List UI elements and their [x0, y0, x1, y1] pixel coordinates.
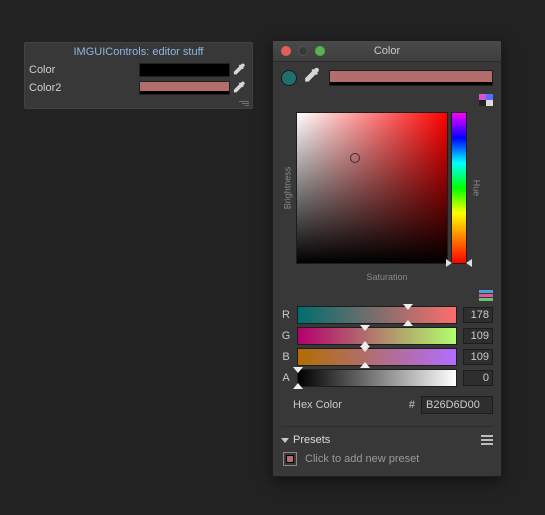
presets-options-icon[interactable] — [481, 435, 493, 445]
window-minimize-button[interactable] — [298, 46, 308, 56]
hex-hash: # — [409, 399, 415, 411]
hex-input[interactable]: B26D6D00 — [421, 396, 493, 414]
hex-label: Hex Color — [281, 399, 342, 411]
hue-axis-label: Hue — [470, 112, 482, 264]
saturation-value-box[interactable] — [296, 112, 448, 264]
color-row-2: Color2 — [25, 79, 252, 97]
color-picker-window: Color Brig — [272, 40, 502, 477]
r-slider[interactable] — [297, 306, 457, 324]
previous-color-swatch[interactable] — [281, 70, 297, 86]
r-value[interactable]: 178 — [463, 307, 493, 323]
titlebar[interactable]: Color — [273, 41, 501, 62]
a-value[interactable]: 0 — [463, 370, 493, 386]
presets-section: Presets Click to add new preset — [273, 422, 501, 476]
presets-header-label[interactable]: Presets — [293, 434, 330, 446]
b-label: B — [281, 351, 291, 363]
panel-title: IMGUIControls: editor stuff — [25, 43, 252, 61]
saturation-axis-label: Saturation — [281, 272, 493, 282]
eyedropper-icon[interactable] — [304, 67, 322, 88]
slider-display-toggle-icon[interactable] — [479, 290, 493, 301]
g-label: G — [281, 330, 291, 342]
window-close-button[interactable] — [281, 46, 291, 56]
sv-marker[interactable] — [350, 153, 360, 163]
a-slider[interactable] — [297, 369, 457, 387]
presets-foldout-icon[interactable] — [281, 438, 289, 443]
color-label-2: Color2 — [29, 82, 139, 94]
current-color-swatch[interactable] — [329, 70, 493, 86]
eyedropper-icon[interactable] — [232, 80, 248, 96]
window-zoom-button[interactable] — [315, 46, 325, 56]
color-swatch-1[interactable] — [139, 63, 230, 77]
g-value[interactable]: 109 — [463, 328, 493, 344]
color-label-1: Color — [29, 64, 139, 76]
g-slider[interactable] — [297, 327, 457, 345]
color-mode-toggle-icon[interactable] — [479, 94, 493, 106]
a-label: A — [281, 372, 291, 384]
eyedropper-icon[interactable] — [232, 62, 248, 78]
hue-slider[interactable] — [451, 112, 467, 264]
color-row-1: Color — [25, 61, 252, 79]
add-preset-hint[interactable]: Click to add new preset — [305, 453, 419, 465]
color-swatch-2[interactable] — [139, 81, 230, 95]
add-preset-swatch[interactable] — [283, 452, 297, 466]
editor-panel: IMGUIControls: editor stuff Color Color2 — [24, 42, 253, 109]
brightness-axis-label: Brightness — [281, 112, 293, 264]
r-label: R — [281, 309, 291, 321]
b-value[interactable]: 109 — [463, 349, 493, 365]
resize-grip[interactable] — [25, 97, 252, 108]
b-slider[interactable] — [297, 348, 457, 366]
